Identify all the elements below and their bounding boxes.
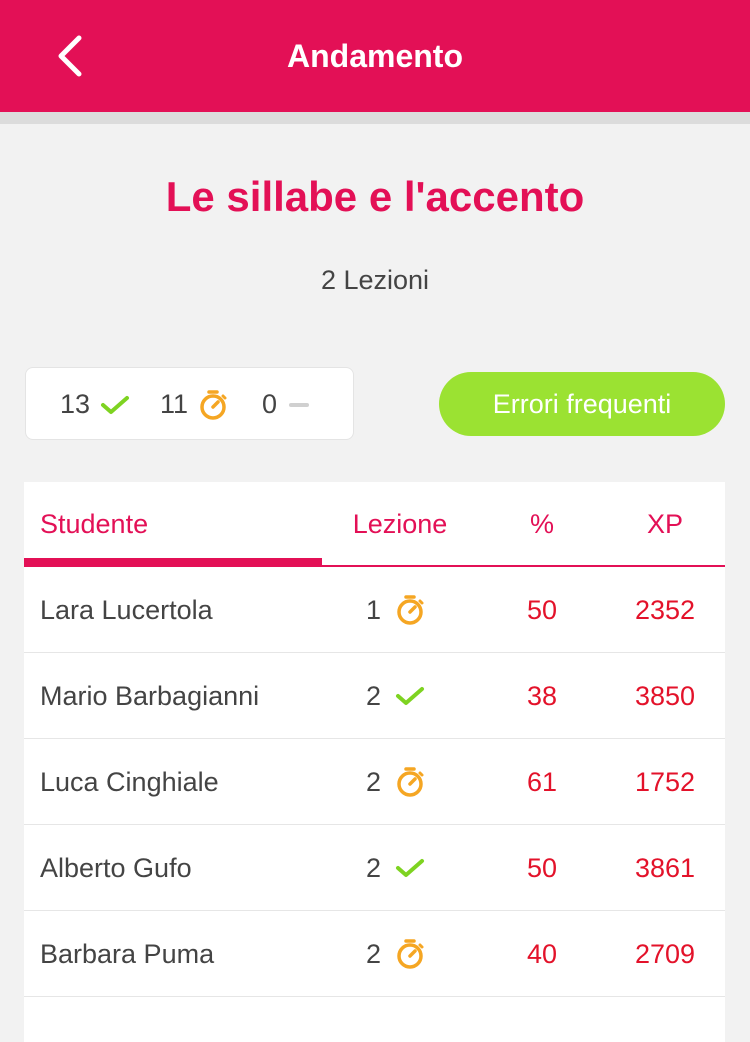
checkmark-icon [395, 685, 425, 707]
table-row[interactable]: Mario Barbagianni 2 38 3850 [24, 653, 725, 739]
table-row[interactable]: Alberto Gufo 2 50 3861 [24, 825, 725, 911]
lesson-count: 2 Lezioni [320, 265, 430, 295]
lesson-cell: 1 [366, 567, 425, 653]
app-header: Andamento [0, 0, 750, 112]
percent-value: 50 [526, 852, 558, 883]
stat-completed: 13 [60, 368, 130, 441]
student-name: Luca Cinghiale [40, 766, 219, 797]
lesson-cell: 2 [366, 825, 425, 911]
header-shadow [0, 112, 750, 124]
checkmark-icon [100, 394, 130, 416]
dash-icon [287, 402, 311, 408]
lesson-number: 2 [366, 680, 382, 711]
stat-completed-count: 13 [60, 389, 91, 419]
stopwatch-icon [198, 389, 228, 421]
percent-value: 38 [526, 680, 558, 711]
xp-value: 3861 [634, 852, 696, 883]
column-header-percent[interactable]: % [504, 508, 580, 540]
checkmark-icon [395, 857, 425, 879]
percent-value: 61 [526, 766, 558, 797]
table-header: Studente Lezione % XP [24, 482, 725, 567]
stat-in-progress: 11 [160, 368, 228, 441]
percent-value: 50 [526, 594, 558, 625]
xp-value: 1752 [634, 766, 696, 797]
xp-value: 2709 [634, 938, 696, 969]
percent-value: 40 [526, 938, 558, 969]
active-column-indicator [24, 558, 322, 566]
lesson-number: 2 [366, 938, 382, 969]
stopwatch-icon [395, 766, 425, 798]
student-name: Mario Barbagianni [40, 680, 260, 711]
table-row[interactable]: Barbara Puma 2 40 2709 [24, 911, 725, 997]
lesson-number: 2 [366, 766, 382, 797]
table-row[interactable]: Lara Lucertola 1 50 2352 [24, 567, 725, 653]
stats-summary: 13 11 0 [25, 367, 354, 440]
student-name: Barbara Puma [40, 938, 215, 969]
lesson-title: Le sillabe e l'accento [165, 173, 585, 220]
stopwatch-icon [395, 938, 425, 970]
xp-value: 2352 [634, 594, 696, 625]
student-name: Alberto Gufo [40, 852, 192, 883]
stat-not-started-count: 0 [262, 389, 278, 419]
column-header-student[interactable]: Studente [40, 508, 148, 540]
lesson-number: 2 [366, 852, 382, 883]
stat-not-started: 0 [262, 368, 311, 441]
frequent-errors-button[interactable]: Errori frequenti [439, 372, 725, 436]
column-header-lesson[interactable]: Lezione [324, 508, 476, 540]
lesson-cell: 2 [366, 911, 425, 997]
lesson-cell: 2 [366, 653, 425, 739]
stopwatch-icon [395, 594, 425, 626]
header-title: Andamento [287, 38, 463, 74]
column-header-xp[interactable]: XP [622, 508, 708, 540]
table-row[interactable]: Luca Cinghiale 2 61 1752 [24, 739, 725, 825]
student-name: Lara Lucertola [40, 594, 213, 625]
stat-in-progress-count: 11 [160, 389, 189, 419]
lesson-number: 1 [366, 594, 382, 625]
students-table: Studente Lezione % XP Lara Lucertola 1 50 2… [24, 482, 725, 1042]
xp-value: 3850 [634, 680, 696, 711]
lesson-cell: 2 [366, 739, 425, 825]
